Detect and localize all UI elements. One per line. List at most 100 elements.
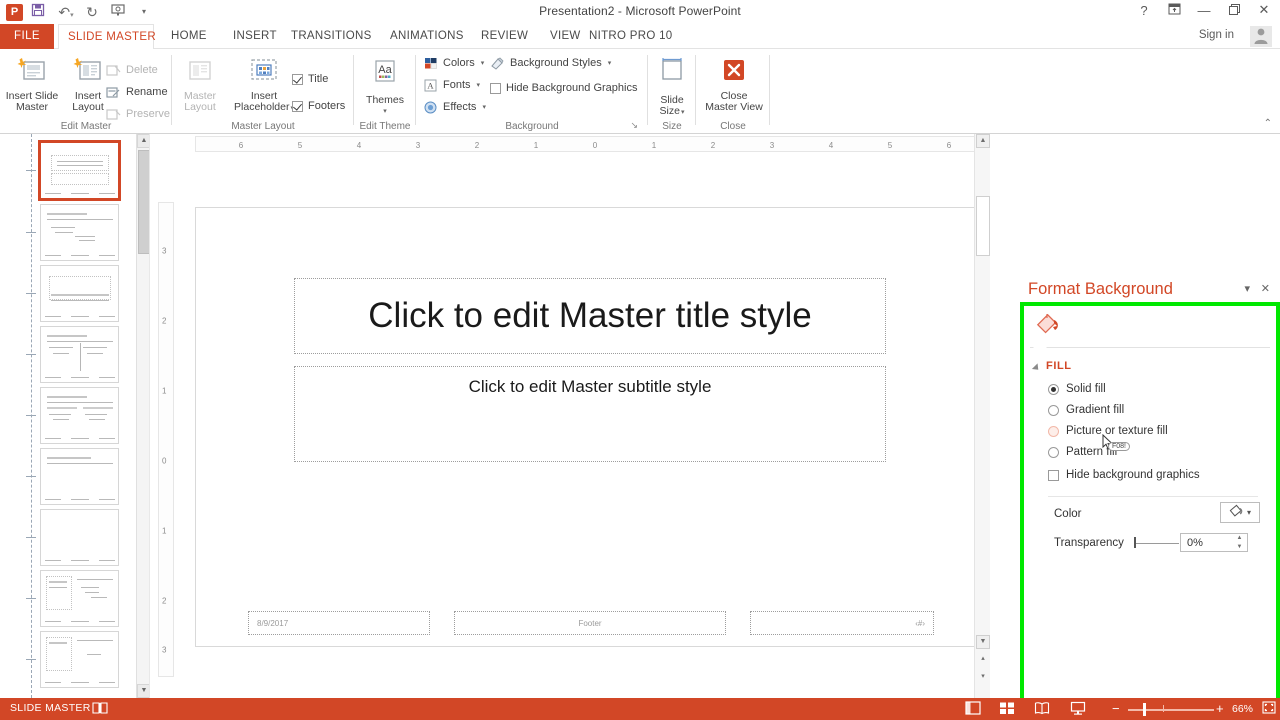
tab-home[interactable]: HOME <box>162 24 216 49</box>
background-dialog-launcher[interactable]: ↘ <box>630 120 638 131</box>
tab-transitions[interactable]: TRANSITIONS <box>282 24 381 49</box>
colors-button[interactable]: Colors ▾ <box>424 54 484 72</box>
tab-review[interactable]: REVIEW <box>472 24 537 49</box>
color-dropdown-icon[interactable]: ▾ <box>1247 508 1251 517</box>
footers-checkbox-row[interactable]: Footers <box>292 97 345 115</box>
subtitle-placeholder[interactable]: Click to edit Master subtitle style <box>294 366 886 462</box>
thumbnail-slide-6[interactable] <box>40 448 119 505</box>
transparency-input[interactable]: 0% ▲ ▼ <box>1180 533 1248 552</box>
zoom-out-button[interactable]: − <box>1112 701 1120 717</box>
transparency-spin-up[interactable]: ▲ <box>1237 535 1243 541</box>
effects-button[interactable]: Effects ▾ <box>424 98 486 116</box>
transparency-slider-handle[interactable] <box>1134 537 1136 548</box>
thumbnail-slide-3[interactable] <box>40 265 119 322</box>
close-master-view-button[interactable]: Close Master View <box>704 57 764 114</box>
picture-or-texture-fill-radio[interactable] <box>1048 425 1059 437</box>
thumbnail-slide-4[interactable] <box>40 326 119 383</box>
insert-slide-master-button[interactable]: Insert Slide Master <box>4 57 60 114</box>
thumbnail-scrollbar[interactable]: ▲ ▼ <box>136 134 149 698</box>
tab-file[interactable]: FILE <box>0 24 54 49</box>
thumbnail-slide-9[interactable] <box>40 631 119 688</box>
notes-icon[interactable] <box>92 701 108 719</box>
pattern-fill-radio[interactable] <box>1048 446 1059 458</box>
thumbnail-slide-2[interactable] <box>40 204 119 261</box>
collapse-ribbon-button[interactable]: ⌃ <box>1264 118 1272 129</box>
transparency-spin-down[interactable]: ▼ <box>1237 544 1243 550</box>
canvas-scroll-down-button[interactable]: ▼ <box>976 635 990 649</box>
fill-color-icon <box>1229 504 1244 521</box>
transparency-value: 0% <box>1187 536 1203 549</box>
minimize-button[interactable]: — <box>1196 3 1212 18</box>
title-checkbox[interactable] <box>292 73 303 85</box>
tab-slide-master[interactable]: SLIDE MASTER <box>58 24 156 50</box>
pane-close-button[interactable]: ✕ <box>1261 282 1270 295</box>
vertical-ruler[interactable]: 3 2 1 0 1 2 3 <box>158 202 174 677</box>
thumbnail-slide-7[interactable] <box>40 509 119 566</box>
canvas-scrollbar[interactable]: ▲ ▼ ▴ ▾ <box>974 134 990 698</box>
hide-background-graphics-pane-checkbox[interactable] <box>1048 469 1059 481</box>
avatar[interactable] <box>1250 26 1272 47</box>
solid-fill-option[interactable]: Solid fill <box>1048 383 1106 395</box>
themes-button[interactable]: Aa Themes ▾ <box>357 59 413 118</box>
fill-bucket-icon[interactable] <box>1036 312 1062 343</box>
horizontal-ruler[interactable]: 6 5 4 3 2 1 0 1 2 3 4 5 6 <box>195 136 985 152</box>
thumbnail-scroll-up-button[interactable]: ▲ <box>137 134 149 148</box>
hruler-tick: 3 <box>769 141 775 150</box>
zoom-slider-track[interactable] <box>1128 709 1214 711</box>
slide-number-placeholder[interactable]: ‹#› <box>750 611 934 635</box>
close-button[interactable]: ✕ <box>1256 2 1272 18</box>
title-checkbox-row[interactable]: Title <box>292 70 328 88</box>
tab-animations[interactable]: ANIMATIONS <box>381 24 473 49</box>
gradient-fill-label: Gradient fill <box>1066 404 1125 416</box>
title-placeholder[interactable]: Click to edit Master title style <box>294 278 886 354</box>
transparency-spinner[interactable]: ▲ ▼ <box>1233 534 1246 551</box>
zoom-slider-handle[interactable] <box>1143 703 1146 716</box>
thumbnail-slide-5[interactable] <box>40 387 119 444</box>
thumbnail-slide-1[interactable] <box>38 140 121 201</box>
reading-view-icon[interactable] <box>1034 701 1050 719</box>
fonts-button[interactable]: A Fonts ▾ <box>424 76 480 94</box>
zoom-in-button[interactable]: + <box>1216 701 1224 717</box>
rename-master-button[interactable]: Rename <box>106 83 168 101</box>
restore-button[interactable] <box>1226 3 1242 18</box>
previous-slide-button[interactable]: ▴ <box>976 653 990 667</box>
gradient-fill-option[interactable]: Gradient fill <box>1048 404 1124 416</box>
slide-thumbnails-pane[interactable]: ▲ ▼ <box>0 134 150 698</box>
background-styles-button[interactable]: Background Styles ▾ <box>490 54 611 72</box>
slideshow-icon[interactable] <box>1070 701 1086 719</box>
insert-placeholder-label-2: Placeholder <box>234 101 290 113</box>
thumbnail-slide-8[interactable] <box>40 570 119 627</box>
canvas-scroll-thumb[interactable] <box>976 196 990 256</box>
solid-fill-radio[interactable] <box>1048 383 1059 395</box>
footer-placeholder[interactable]: Footer <box>454 611 726 635</box>
slide-size-button[interactable]: Slide Size▾ <box>644 57 700 119</box>
thumbnail-scroll-down-button[interactable]: ▼ <box>137 684 149 698</box>
tab-insert[interactable]: INSERT <box>224 24 286 49</box>
pane-options-button[interactable]: ▾ <box>1244 282 1250 295</box>
hide-background-graphics-checkbox[interactable] <box>490 82 501 94</box>
date-placeholder[interactable]: 8/9/2017 <box>248 611 430 635</box>
hide-background-graphics-pane-row[interactable]: Hide background graphics <box>1048 469 1200 481</box>
ribbon-display-options-icon[interactable] <box>1166 3 1182 18</box>
footers-checkbox[interactable] <box>292 100 303 112</box>
tab-nitro-pro-10[interactable]: NITRO PRO 10 <box>580 24 681 49</box>
fit-to-window-icon[interactable] <box>1262 701 1276 718</box>
next-slide-button[interactable]: ▾ <box>976 671 990 685</box>
fill-section-collapse-icon[interactable] <box>1031 363 1042 373</box>
slide-size-label-2: Size <box>659 105 680 117</box>
help-icon[interactable]: ? <box>1136 3 1152 18</box>
gradient-fill-radio[interactable] <box>1048 404 1059 416</box>
slide-canvas-pane: 6 5 4 3 2 1 0 1 2 3 4 5 6 3 2 1 0 1 2 3 … <box>150 134 990 698</box>
thumbnail-connector <box>26 415 36 416</box>
normal-view-icon[interactable] <box>965 701 981 719</box>
slide-sorter-icon[interactable] <box>999 701 1015 719</box>
thumbnail-scroll-thumb[interactable] <box>138 150 149 254</box>
cursor-tooltip: F08! <box>1108 442 1131 451</box>
color-picker-button[interactable]: ▾ <box>1220 502 1260 523</box>
transparency-slider-track[interactable] <box>1135 543 1179 544</box>
hide-background-graphics-row[interactable]: Hide Background Graphics <box>490 79 637 97</box>
sign-in-link[interactable]: Sign in <box>1199 29 1234 41</box>
canvas-scroll-up-button[interactable]: ▲ <box>976 134 990 148</box>
slide-master-canvas[interactable]: Click to edit Master title style Click t… <box>195 207 985 647</box>
insert-placeholder-button[interactable]: Insert Placeholder▾ <box>226 57 302 115</box>
